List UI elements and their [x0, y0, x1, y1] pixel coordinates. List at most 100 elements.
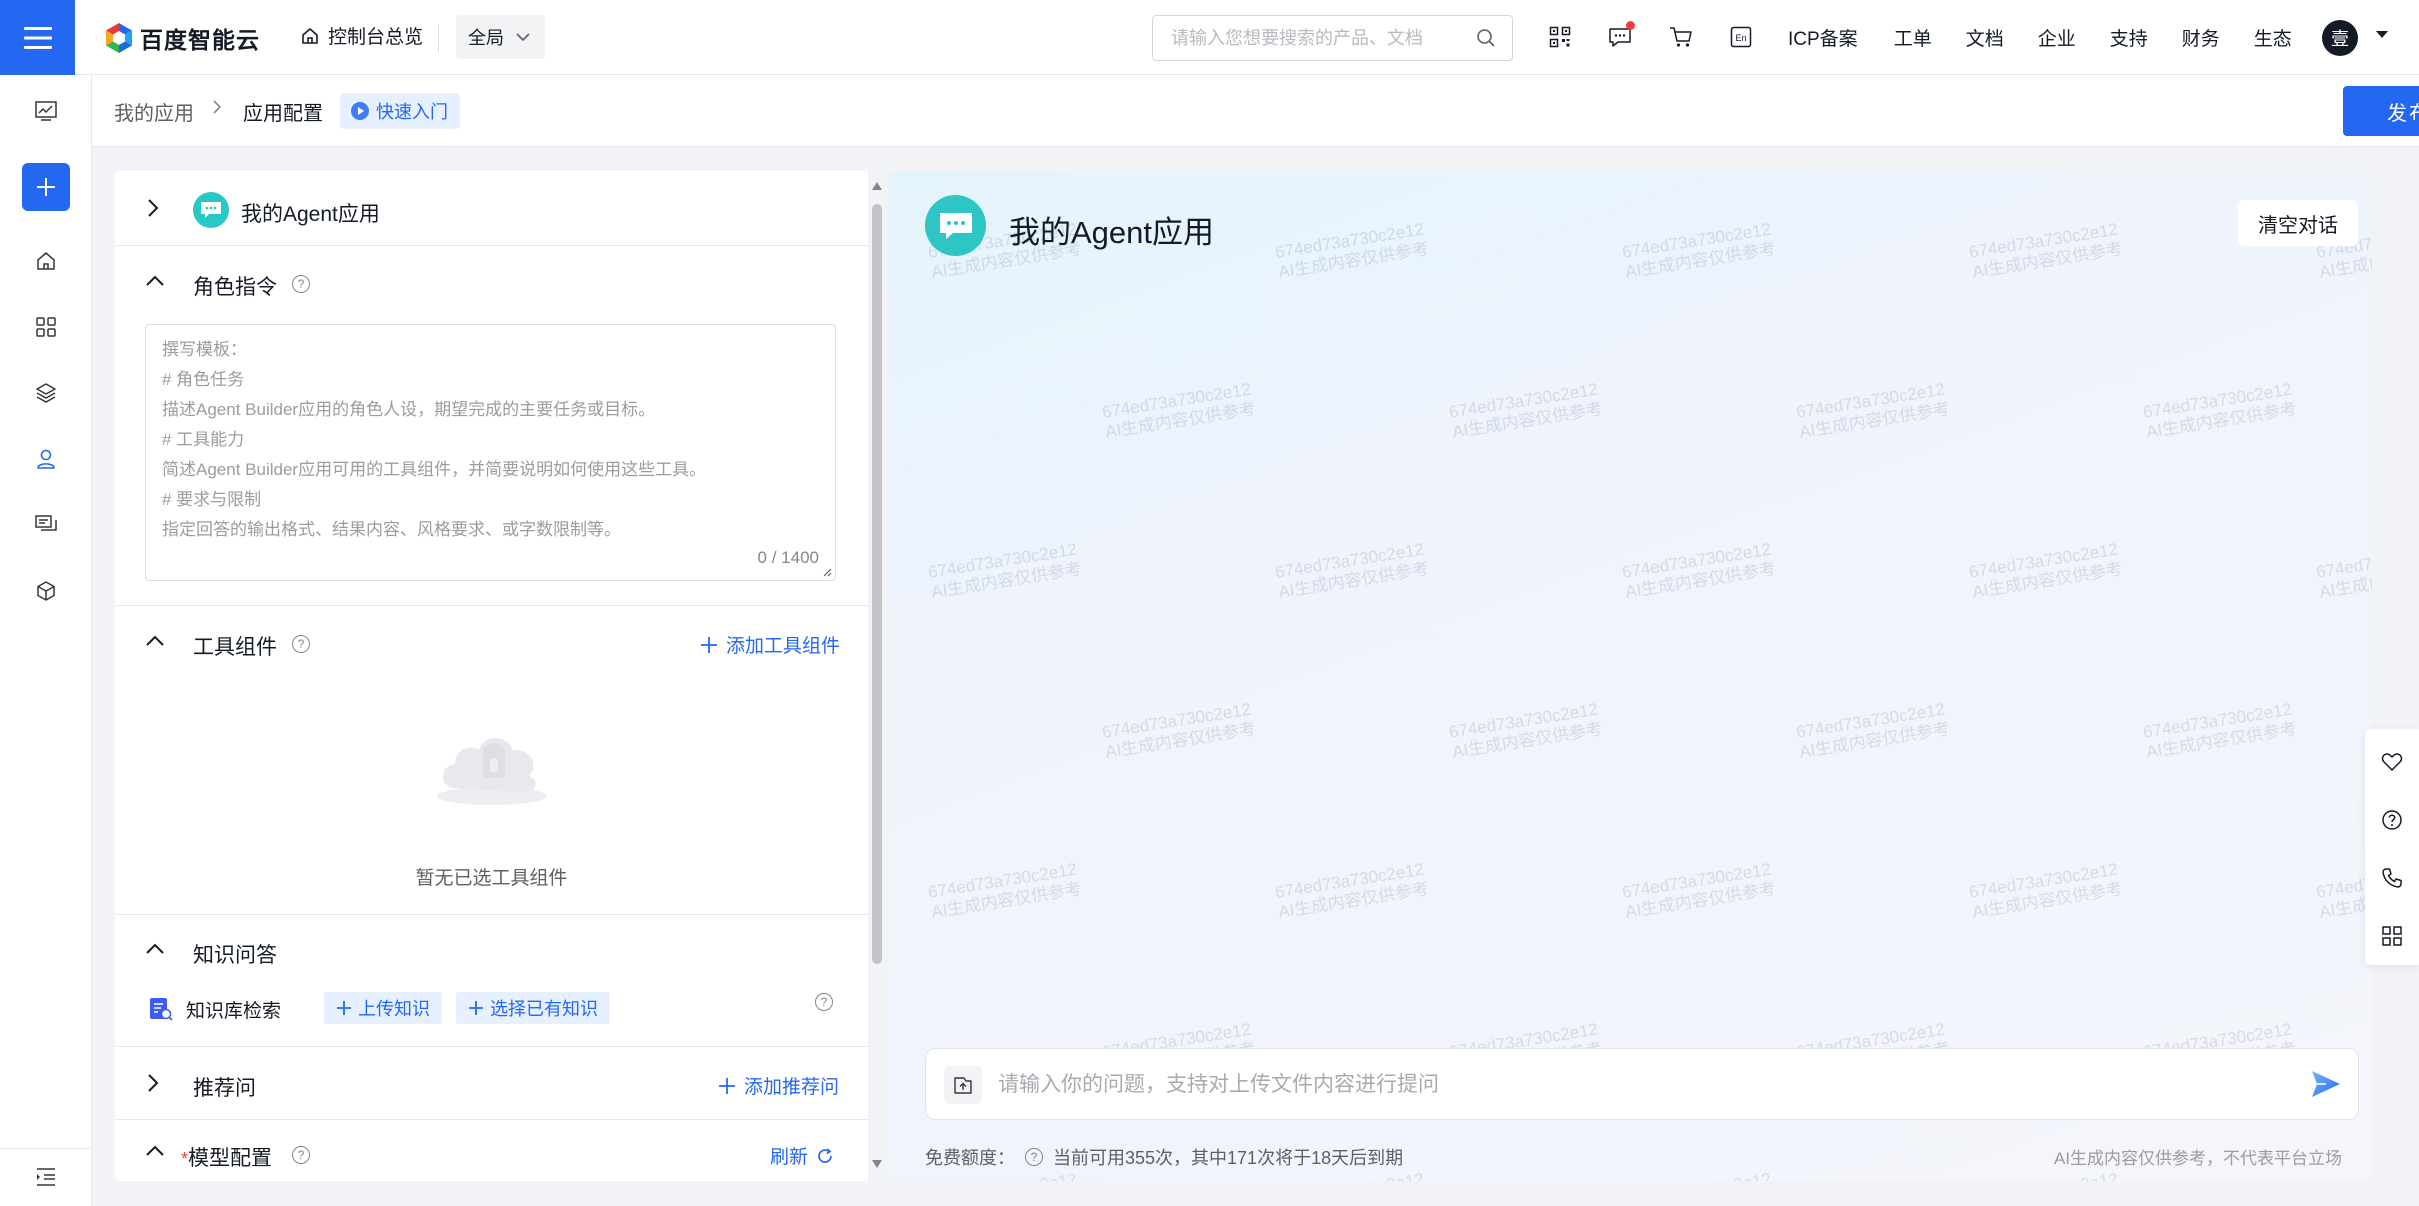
watermark: 674ed73a730c2e12AI生成内容仅供参考	[1968, 219, 2124, 282]
chevron-right-icon[interactable]	[147, 198, 159, 218]
watermark: 674ed73a730c2e12AI生成内容仅供参考	[1968, 539, 2124, 602]
refresh-models-button[interactable]: 刷新	[770, 1142, 834, 1169]
baidu-cloud-logo[interactable]: 百度智能云	[104, 21, 260, 55]
quota-info: 免费额度： ? 当前可用355次，其中171次将于18天后到期	[925, 1144, 1403, 1170]
help-icon[interactable]: ?	[292, 635, 310, 653]
hamburger-menu-button[interactable]	[0, 0, 75, 75]
rail-model[interactable]	[0, 571, 92, 611]
rail-agent[interactable]	[0, 439, 92, 479]
floating-toolbar	[2365, 729, 2419, 965]
scroll-up-arrow-icon[interactable]	[872, 182, 882, 190]
empty-cloud-icon	[435, 714, 550, 806]
watermark-line: AI生成内容仅供参考	[1103, 719, 1258, 762]
scroll-down-arrow-icon[interactable]	[872, 1160, 882, 1168]
chevron-right-icon[interactable]	[147, 1073, 159, 1093]
rail-chat[interactable]	[0, 505, 92, 545]
rail-layers[interactable]	[0, 373, 92, 413]
watermark: 674ed73a730c2e12AI生成内容仅供参考	[1795, 699, 1951, 762]
quick-start-link[interactable]: 快速入门	[340, 93, 460, 129]
watermark-line: AI生成内容仅供参考	[1450, 399, 1605, 442]
search-icon[interactable]	[1476, 28, 1496, 48]
help-icon[interactable]: ?	[815, 993, 833, 1011]
rail-home[interactable]	[0, 241, 92, 281]
publish-button[interactable]: 发布	[2343, 86, 2419, 136]
upload-file-button[interactable]	[944, 1066, 982, 1104]
resize-handle-icon[interactable]	[822, 567, 832, 577]
refresh-label: 刷新	[770, 1147, 809, 1168]
nav-link-enterprise[interactable]: 企业	[2038, 24, 2076, 51]
qrcode-icon[interactable]	[1547, 24, 1573, 50]
top-header: 百度智能云 控制台总览 全局 En ICP备案 工单 文档 企业 支持	[0, 0, 2419, 75]
add-recommend-button[interactable]: 添加推荐问	[718, 1072, 839, 1099]
chat-window-icon	[34, 514, 58, 536]
chevron-right-icon	[212, 99, 222, 115]
select-knowledge-button[interactable]: 选择已有知识	[456, 992, 610, 1024]
help-icon[interactable]: ?	[292, 275, 310, 293]
upload-knowledge-label: 上传知识	[358, 999, 430, 1019]
help-icon[interactable]: ?	[292, 1146, 310, 1164]
watermark-line: 674ed73a730c2e12	[2141, 379, 2294, 422]
breadcrumb-my-apps[interactable]: 我的应用	[114, 97, 194, 126]
menu-icon	[23, 26, 52, 50]
select-knowledge-label: 选择已有知识	[490, 999, 598, 1019]
rail-collapse[interactable]	[0, 1157, 92, 1197]
global-search[interactable]	[1152, 15, 1513, 61]
user-avatar[interactable]: 壹	[2322, 20, 2358, 56]
rail-apps[interactable]	[0, 307, 92, 347]
watermark-line: AI生成内容仅供参考	[929, 879, 1084, 922]
language-en-icon[interactable]: En	[1728, 24, 1754, 50]
grid-icon	[2381, 925, 2403, 947]
console-overview-label: 控制台总览	[328, 27, 424, 48]
nav-link-ecosystem[interactable]: 生态	[2254, 24, 2292, 51]
search-input[interactable]	[1171, 27, 1461, 49]
nav-link-ticket[interactable]: 工单	[1894, 24, 1932, 51]
knowledge-base-icon	[148, 996, 173, 1021]
message-icon[interactable]	[1607, 21, 1635, 50]
top-nav-links: ICP备案 工单 文档 企业 支持 财务 生态	[1788, 24, 2292, 51]
console-overview-link[interactable]: 控制台总览	[300, 22, 423, 49]
app-name: 我的Agent应用	[241, 203, 380, 226]
watermark-line: 674ed73a730c2e12	[1621, 1169, 1774, 1181]
role-prompt-box[interactable]: 撰写模板： # 角色任务 描述Agent Builder应用的角色人设，期望完成…	[145, 324, 836, 581]
rail-monitor[interactable]	[0, 91, 92, 131]
watermark: 674ed73a730c2e12AI生成内容仅供参考	[1274, 1169, 1430, 1181]
role-prompt-textarea[interactable]	[146, 325, 835, 580]
help-center-button[interactable]	[2365, 797, 2419, 843]
chevron-up-icon[interactable]	[145, 635, 165, 647]
caret-down-icon[interactable]	[2376, 31, 2388, 39]
favorite-button[interactable]	[2365, 739, 2419, 785]
cart-icon[interactable]	[1668, 24, 1694, 50]
watermark-line: AI生成内容仅供参考	[1103, 399, 1258, 442]
plus-icon	[700, 636, 718, 654]
help-icon[interactable]: ?	[1025, 1148, 1043, 1166]
watermark: 674ed73a730c2e12AI生成内容仅供参考	[1621, 1169, 1777, 1181]
watermark-line: 674ed73a730c2e12	[927, 1169, 1080, 1181]
nav-link-docs[interactable]: 文档	[1966, 24, 2004, 51]
chat-question-input[interactable]	[998, 1065, 2258, 1105]
send-icon[interactable]	[2310, 1069, 2342, 1099]
nav-link-icp[interactable]: ICP备案	[1788, 24, 1858, 51]
nav-link-support[interactable]: 支持	[2110, 24, 2148, 51]
chevron-up-icon[interactable]	[145, 275, 165, 287]
contact-phone-button[interactable]	[2365, 855, 2419, 901]
upload-knowledge-button[interactable]: 上传知识	[324, 992, 442, 1024]
watermark: 674ed73a730c2e12AI生成内容仅供参考	[2142, 379, 2298, 442]
role-section-title: 角色指令	[193, 276, 277, 299]
more-apps-button[interactable]	[2365, 913, 2419, 959]
chevron-up-icon[interactable]	[145, 943, 165, 955]
watermark-line: 674ed73a730c2e12	[1447, 699, 1600, 742]
region-selector[interactable]: 全局	[456, 15, 545, 59]
watermark-line: 674ed73a730c2e12	[1620, 539, 1773, 582]
chevron-up-icon[interactable]	[145, 1145, 165, 1157]
phone-icon	[2381, 867, 2403, 889]
scrollbar-thumb[interactable]	[872, 204, 882, 964]
clear-chat-button[interactable]: 清空对话	[2238, 200, 2358, 246]
rail-create-button[interactable]	[22, 163, 70, 211]
config-scrollbar[interactable]	[868, 171, 885, 1181]
tools-section-title: 工具组件	[193, 636, 277, 659]
watermark-line: 674ed73a730c2e12	[1620, 859, 1773, 902]
watermark-line: 674ed73a730c2e12	[926, 539, 1079, 582]
nav-link-finance[interactable]: 财务	[2182, 24, 2220, 51]
knowledge-section-title: 知识问答	[193, 944, 277, 967]
add-tool-button[interactable]: 添加工具组件	[700, 631, 840, 658]
